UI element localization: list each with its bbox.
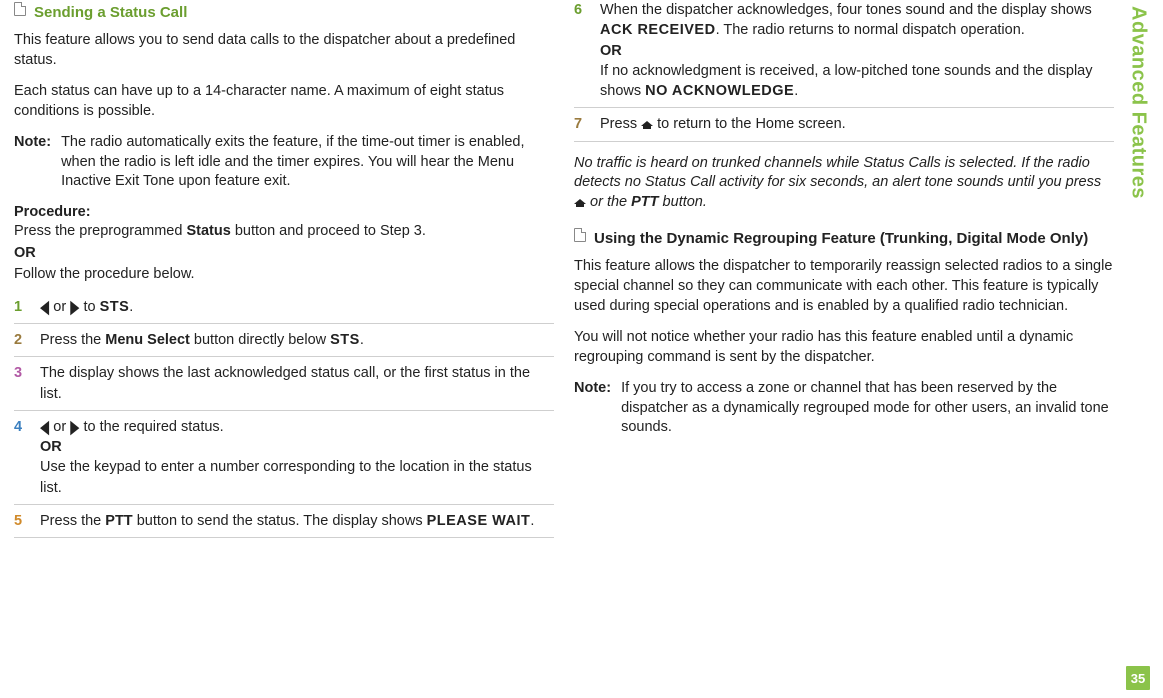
side-bar: Advanced Features 35 [1124,0,1152,698]
note-block: Note: The radio automatically exits the … [14,133,554,192]
dr-p2: You will not notice whether your radio h… [574,328,1114,367]
section-title-dynamic-regrouping: Using the Dynamic Regrouping Feature (Tr… [594,230,1088,247]
ptt-ref: PTT [105,513,132,529]
menu-select-ref: Menu Select [105,332,190,348]
s5a: Press the [40,513,105,529]
procedure-option2: Follow the procedure below. [14,265,554,285]
step-7: 7 Press to return to the Home screen. [574,114,1114,134]
step-number-2: 2 [14,330,28,350]
italic-note: No traffic is heard on trunked channels … [574,154,1114,213]
step-2: 2 Press the Menu Select button directly … [14,330,554,350]
section-title-sending-status: Sending a Status Call [34,4,187,21]
itb: or the [586,194,631,210]
step-5-body: Press the PTT button to send the status.… [40,511,554,531]
or-text2: OR [40,439,62,455]
note-block-2: Note: If you try to access a zone or cha… [574,379,1114,438]
proc1a: Press the preprogrammed [14,223,186,239]
display-ack-received: ACK RECEIVED [600,22,716,38]
note-text: The radio automatically exits the featur… [61,133,554,192]
home-icon [574,196,586,207]
s2a: Press the [40,332,105,348]
right-arrow-icon: ▶ [70,294,79,321]
right-arrow-icon: ▶ [70,414,79,441]
s1b: to [79,299,99,315]
page: Sending a Status Call This feature allow… [0,0,1163,698]
left-column: Sending a Status Call This feature allow… [4,0,564,698]
right-column: 6 When the dispatcher acknowledges, four… [564,0,1124,698]
step-6: 6 When the dispatcher acknowledges, four… [574,0,1114,101]
s1a: or [49,299,70,315]
display-sts2: STS [330,332,360,348]
divider [574,141,1114,142]
status-button-ref: Status [186,223,230,239]
or-text: OR [14,245,36,261]
s5c: button to send the status. The display s… [133,513,427,529]
divider [574,107,1114,108]
display-no-acknowledge: NO ACKNOWLEDGE [645,83,794,99]
step-5: 5 Press the PTT button to send the statu… [14,511,554,531]
note-label-2: Note: [574,379,611,438]
page-number: 35 [1126,666,1150,690]
heading-row-2: Using the Dynamic Regrouping Feature (Tr… [574,226,1114,257]
s6p: . [794,83,798,99]
procedure-option1: Press the preprogrammed Status button an… [14,222,554,242]
note-text-2: If you try to access a zone or channel t… [621,379,1114,438]
step-4-body: ◀ or ▶ to the required status. OR Use th… [40,417,554,498]
step-1: 1 ◀ or ▶ to STS. [14,297,554,317]
document-icon [14,2,26,16]
home-icon [641,118,653,129]
divider [14,410,554,411]
s4b: to the required status. [79,419,223,435]
s2c: button directly below [190,332,330,348]
step-3-body: The display shows the last acknowledged … [40,363,554,404]
proc1c: button and proceed to Step 3. [231,223,426,239]
heading-row: Sending a Status Call [14,0,554,31]
step-number-1: 1 [14,297,28,317]
s4a: or [49,419,70,435]
s7a: Press [600,116,641,132]
step-number-7: 7 [574,114,588,134]
s1p: . [129,299,133,315]
s6b: . The radio returns to normal dispatch o… [716,22,1025,38]
note-label: Note: [14,133,51,192]
s5p: . [530,513,534,529]
s4c: Use the keypad to enter a number corresp… [40,459,532,495]
ita: No traffic is heard on trunked channels … [574,155,1101,191]
s2p: . [360,332,364,348]
step-number-3: 3 [14,363,28,404]
display-please-wait: PLEASE WAIT [427,513,531,529]
step-7-body: Press to return to the Home screen. [600,114,1114,134]
procedure-label: Procedure: [14,204,554,220]
or-text3: OR [600,43,622,59]
or-label-1: OR [14,244,554,264]
step-number-4: 4 [14,417,28,498]
left-arrow-icon: ◀ [40,294,49,321]
divider [14,323,554,324]
dr-p1: This feature allows the dispatcher to te… [574,257,1114,316]
document-icon [574,228,586,242]
step-number-5: 5 [14,511,28,531]
itc: button. [659,194,707,210]
divider [14,537,554,538]
divider [14,504,554,505]
chapter-label: Advanced Features [1127,6,1150,199]
intro-p2: Each status can have up to a 14-characte… [14,82,554,121]
step-4: 4 ◀ or ▶ to the required status. OR Use … [14,417,554,498]
display-sts: STS [100,299,130,315]
step-6-body: When the dispatcher acknowledges, four t… [600,0,1114,101]
left-arrow-icon: ◀ [40,414,49,441]
s6a: When the dispatcher acknowledges, four t… [600,2,1092,18]
ptt-italic: PTT [631,194,658,210]
step-1-body: ◀ or ▶ to STS. [40,297,554,317]
divider [14,356,554,357]
step-number-6: 6 [574,0,588,101]
step-3: 3 The display shows the last acknowledge… [14,363,554,404]
step-2-body: Press the Menu Select button directly be… [40,330,554,350]
intro-p1: This feature allows you to send data cal… [14,31,554,70]
s7b: to return to the Home screen. [653,116,846,132]
